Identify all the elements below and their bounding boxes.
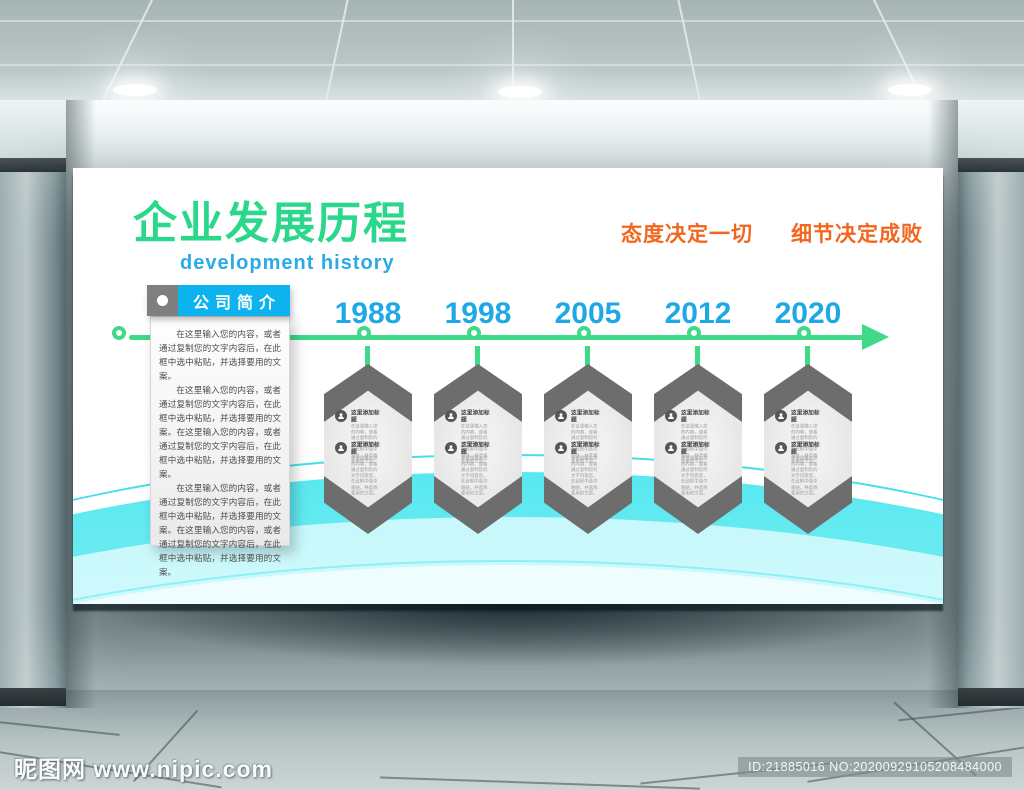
timeline-milestone: 1998 这里添加标题 在这里输入您的内容，或者通过复制您的文字内容后，在此框中选中… [422,298,534,543]
timeline-connector [695,346,700,366]
timeline-year-label: 2005 [554,297,622,330]
timeline-node-icon [467,326,481,340]
intro-paragraph: 在这里输入您的内容，或者通过复制您的文字内容后，在此框中选中粘贴，并选择要用的文… [159,483,281,577]
timeline-milestone: 2005 这里添加标题 在这里输入您的内容，或者通过复制您的文字内容后，在此框中选中… [532,298,644,543]
timeline-node-icon [797,326,811,340]
entry-title: 这里添加标题 [681,410,710,423]
image-id-badge: ID:21885016 NO:20200929105208484000 [738,757,1012,777]
company-intro-ribbon: 公司简介 [147,285,290,316]
floor-tile-line [0,718,120,736]
ceiling-light [498,86,542,98]
badge-entry: 这里添加标题 在这里输入您的内容，或者通过复制您的文字内容后，在此框中选中粘贴，并… [775,442,847,546]
ceiling-light [888,84,932,96]
person-icon [775,410,787,422]
entry-title: 这里添加标题 [461,442,490,455]
person-icon [665,410,677,422]
company-intro-panel: 在这里输入您的内容，或者通过复制您的文字内容后，在此框中选中粘贴，并选择要用的文… [150,316,290,577]
ceiling-grid-line [0,20,1024,22]
entry-title: 这里添加标题 [351,410,380,423]
timeline-node-icon [577,326,591,340]
timeline-connector [475,346,480,366]
milestone-badge: 这里添加标题 在这里输入您的内容，或者通过复制您的文字内容后，在此框中选中粘贴，并… [654,364,742,534]
person-icon [335,410,347,422]
badge-entry: 这里添加标题 在这里输入您的内容，或者通过复制您的文字内容后，在此框中选中粘贴，并… [555,442,627,546]
wall-light-band [0,100,1024,178]
intro-paragraph: 在这里输入您的内容，或者通过复制您的文字内容后，在此框中选中粘贴，并选择要用的文… [159,329,281,381]
person-icon [445,442,457,454]
timeline-year-label: 2012 [664,297,732,330]
site-watermark: 昵图网 www.nipic.com [14,750,273,784]
entry-title: 这里添加标题 [791,410,820,423]
timeline-year-label: 2020 [774,297,842,330]
badge-entry: 这里添加标题 在这里输入您的内容，或者通过复制您的文字内容后，在此框中选中粘贴，并… [445,442,517,546]
entry-title: 这里添加标题 [351,442,380,455]
entry-body: 在这里输入您的内容，或者通过复制您的文字内容后，在此框中选中粘贴，并选择要用的文… [571,455,598,496]
entry-title: 这里添加标题 [571,410,600,423]
display-board: 企业发展历程 development history 态度决定一切 细节决定成败… [73,168,943,604]
ceiling-light [113,84,157,96]
ceiling-grid-line [0,64,1024,66]
site-name: 昵图网 [14,756,86,782]
entry-body: 在这里输入您的内容，或者通过复制您的文字内容后，在此框中选中粘贴，并选择要用的文… [351,455,378,496]
ceiling-grid-line [512,0,514,100]
dot-icon [157,295,168,306]
entry-body: 在这里输入您的内容，或者通过复制您的文字内容后，在此框中选中粘贴，并选择要用的文… [461,455,488,496]
timeline-milestone: 1988 这里添加标题 在这里输入您的内容，或者通过复制您的文字内容后，在此框中选中… [312,298,424,543]
ribbon-tab [147,285,178,316]
timeline-year-label: 1998 [444,297,512,330]
entry-title: 这里添加标题 [681,442,710,455]
scene: 企业发展历程 development history 态度决定一切 细节决定成败… [0,0,1024,790]
timeline-connector [585,346,590,366]
ceiling [0,0,1024,100]
intro-paragraph: 在这里输入您的内容，或者通过复制您的文字内容后，在此框中选中粘贴，并选择要用的文… [159,385,281,479]
person-icon [555,410,567,422]
milestone-badge: 这里添加标题 在这里输入您的内容，或者通过复制您的文字内容后，在此框中选中粘贴，并… [544,364,632,534]
timeline-year-label: 1988 [334,297,402,330]
site-url: www.nipic.com [93,756,273,782]
person-icon [335,442,347,454]
pillar-left [0,100,66,708]
milestone-badge: 这里添加标题 在这里输入您的内容，或者通过复制您的文字内容后，在此框中选中粘贴，并… [324,364,412,534]
pillar-right [958,100,1024,708]
badge-entry: 这里添加标题 在这里输入您的内容，或者通过复制您的文字内容后，在此框中选中粘贴，并… [665,442,737,546]
timeline-node-icon [687,326,701,340]
ribbon-label: 公司简介 [178,285,290,316]
timeline-node-icon [357,326,371,340]
entry-title: 这里添加标题 [571,442,600,455]
ceiling-grid-line [673,0,706,100]
ceiling-grid-line [320,0,353,100]
timeline-connector [365,346,370,366]
entry-title: 这里添加标题 [791,442,820,455]
entry-body: 在这里输入您的内容，或者通过复制您的文字内容后，在此框中选中粘贴，并选择要用的文… [791,455,818,496]
person-icon [665,442,677,454]
milestone-badge: 这里添加标题 在这里输入您的内容，或者通过复制您的文字内容后，在此框中选中粘贴，并… [434,364,522,534]
person-icon [775,442,787,454]
entry-title: 这里添加标题 [461,410,490,423]
person-icon [445,410,457,422]
person-icon [555,442,567,454]
timeline-milestone: 2020 这里添加标题 在这里输入您的内容，或者通过复制您的文字内容后，在此框中选中… [752,298,864,543]
entry-body: 在这里输入您的内容，或者通过复制您的文字内容后，在此框中选中粘贴，并选择要用的文… [681,455,708,496]
timeline-milestone: 2012 这里添加标题 在这里输入您的内容，或者通过复制您的文字内容后，在此框中选中… [642,298,754,543]
badge-entry: 这里添加标题 在这里输入您的内容，或者通过复制您的文字内容后，在此框中选中粘贴，并… [335,442,407,546]
timeline-connector [805,346,810,366]
milestone-badge: 这里添加标题 在这里输入您的内容，或者通过复制您的文字内容后，在此框中选中粘贴，并… [764,364,852,534]
